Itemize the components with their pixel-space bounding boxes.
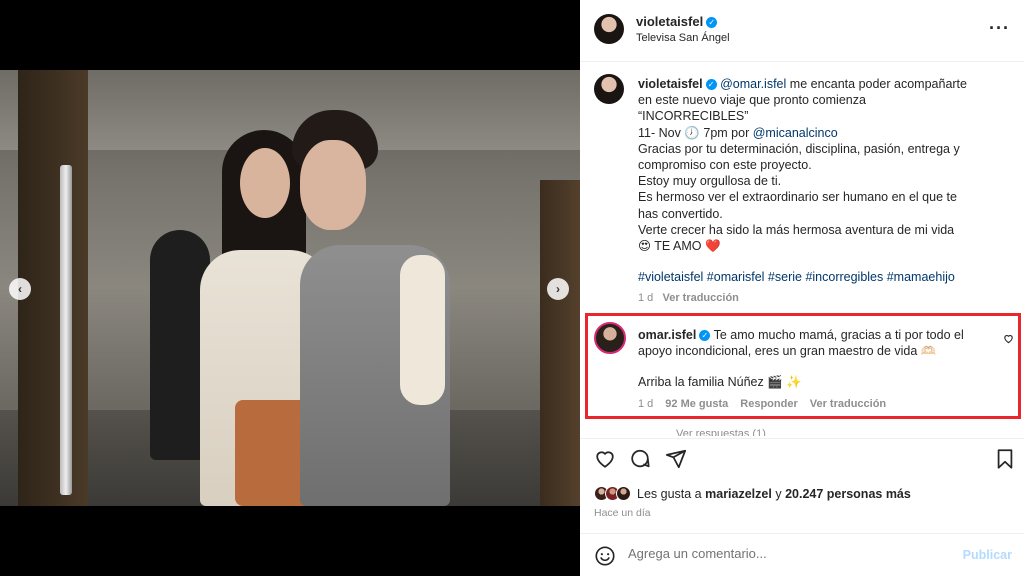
likes-text: Les gusta a mariazelzel y 20.247 persona… (637, 487, 911, 501)
likes-conjunction: y (775, 486, 782, 501)
author-username[interactable]: violetaisfel (636, 14, 703, 29)
commenter-avatar[interactable] (594, 322, 626, 354)
likes-prefix: Les gusta a (637, 486, 702, 501)
carousel-prev-button[interactable]: ‹ (9, 278, 31, 300)
likes-summary: Les gusta a mariazelzel y 20.247 persona… (594, 486, 911, 501)
caption-mention-omar[interactable]: @omar.isfel (720, 77, 786, 91)
post-timestamp: Hace un día (594, 507, 651, 519)
comment-translate-link[interactable]: Ver traducción (810, 398, 886, 410)
clock-icon: 🕖 (684, 125, 700, 140)
heart-icon[interactable] (594, 448, 616, 470)
photo-man-sleeve (400, 255, 445, 405)
caption-username[interactable]: violetaisfel (638, 77, 703, 91)
verified-badge-icon: ✓ (705, 79, 717, 90)
caption-mention-channel[interactable]: @micanalcinco (753, 126, 838, 140)
caption-title: “INCORRECIBLES” (638, 109, 749, 124)
caption-text: Estoy muy orgullosa de ti. (638, 174, 782, 189)
caption-text: Gracias por tu determinación, disciplina… (638, 141, 960, 173)
caption-text: Es hermoso ver el extraordinario ser hum… (638, 190, 957, 221)
post-details-panel: violetaisfel ✓ Televisa San Ángel ··· vio… (580, 0, 1024, 576)
liker-username[interactable]: mariazelzel (705, 487, 772, 501)
commenter-username[interactable]: omar.isfel (638, 328, 696, 342)
comment-icon[interactable] (629, 448, 651, 470)
action-bar (580, 438, 1024, 478)
photo-door-right (540, 180, 580, 506)
liker-avatar[interactable] (616, 486, 631, 501)
post-header: violetaisfel ✓ Televisa San Ángel ··· (580, 0, 1024, 62)
author-username-row: violetaisfel ✓ (636, 14, 718, 29)
comment-reply-button[interactable]: Responder (740, 398, 797, 410)
more-options-icon[interactable]: ··· (989, 18, 1010, 39)
share-icon[interactable] (665, 448, 687, 470)
author-avatar[interactable] (594, 14, 624, 44)
caption-avatar[interactable] (594, 74, 624, 104)
comment-text-block: omar.isfel ✓ Te amo mucho mamá, gracias a… (638, 327, 978, 359)
post-caption: violetaisfel ✓ @omar.isfel me encanta pod… (638, 76, 968, 254)
chevron-left-icon: ‹ (18, 282, 22, 296)
view-replies-link[interactable]: Ver respuestas (1) (676, 428, 766, 436)
comment-meta: 1 d 92 Me gusta Responder Ver traducción (638, 398, 886, 410)
emoji-icon[interactable] (594, 545, 616, 567)
publish-button[interactable]: Publicar (963, 548, 1012, 562)
comment-text-second: Arriba la familia Núñez 🎬 ✨ (638, 375, 802, 389)
bookmark-icon[interactable] (994, 448, 1016, 470)
chevron-right-icon: › (556, 282, 560, 296)
comment-likes[interactable]: 92 Me gusta (665, 398, 728, 410)
media-panel: ‹ › (0, 0, 580, 576)
add-comment-bar: Publicar (580, 533, 1024, 576)
photo-woman-face (240, 148, 290, 218)
verified-badge-icon: ✓ (699, 330, 711, 341)
comment-like-heart-icon[interactable] (1003, 333, 1014, 347)
caption-time: 7pm por (703, 125, 750, 140)
caption-meta: 1 d Ver traducción (638, 292, 739, 304)
caption-date: 11- Nov (638, 125, 681, 140)
caption-text: Verte crecer ha sido la más hermosa aven… (638, 222, 955, 254)
comment-age: 1 d (638, 398, 654, 410)
photo-man-face (300, 140, 366, 230)
photo-door-handle (60, 165, 72, 495)
post-location[interactable]: Televisa San Ángel (636, 32, 730, 44)
likes-count[interactable]: 20.247 personas más (785, 487, 911, 501)
caption-translate-link[interactable]: Ver traducción (662, 292, 738, 304)
caption-age: 1 d (638, 292, 654, 304)
caption-hashtags[interactable]: #violetaisfel #omarisfel #serie #incorre… (638, 270, 955, 284)
post-photo[interactable] (0, 70, 580, 506)
comment-input[interactable] (628, 546, 948, 561)
verified-badge-icon: ✓ (706, 17, 718, 28)
carousel-next-button[interactable]: › (547, 278, 569, 300)
